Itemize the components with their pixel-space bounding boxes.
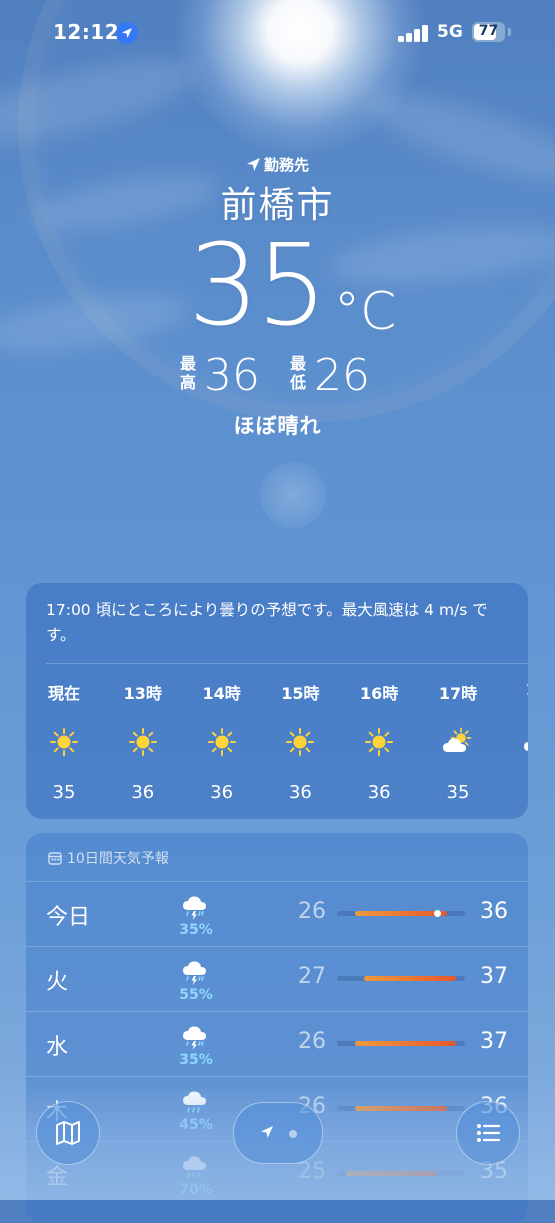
battery-icon: 77 [472, 22, 505, 42]
low-temperature: 27 [298, 964, 326, 989]
hourly-item: 15時 36 [270, 680, 330, 803]
hour-temperature: 36 [131, 782, 155, 803]
daily-forecast-header: 10日間天気予報 [48, 848, 169, 868]
hourly-item: 17時 35 [428, 680, 488, 803]
high-temperature: 37 [480, 1029, 508, 1054]
hourly-summary: 17:00 頃にところにより曇りの予想です。最大風速は 4 m/s です。 [46, 601, 488, 644]
battery-cap [508, 28, 511, 36]
temperature-range-fill [355, 1041, 456, 1046]
sun-icon [349, 725, 409, 759]
sun-icon [113, 725, 173, 759]
page-dot [289, 1130, 297, 1138]
list-button[interactable] [456, 1101, 520, 1165]
battery-level: 77 [478, 23, 499, 39]
precipitation-chance: 35% [179, 922, 213, 938]
lens-flare [260, 462, 326, 528]
day-name: 火 [46, 970, 69, 995]
list-icon [477, 1124, 501, 1142]
temperature-range-fill [355, 911, 447, 916]
precipitation-chance: 55% [179, 987, 213, 1003]
hour-label: 13時 [123, 684, 162, 703]
hour-temperature: 36 [367, 782, 391, 803]
temperature-unit: °C [334, 282, 397, 342]
hourly-item: 13時 36 [113, 680, 173, 803]
network-type: 5G [437, 22, 463, 42]
page-indicator[interactable] [233, 1102, 323, 1164]
location-arrow-icon [246, 158, 260, 171]
temperature-range-bar [337, 910, 465, 917]
hour-label: 18 [507, 680, 528, 702]
high-temperature: 36 [480, 899, 508, 924]
location-services-icon [116, 22, 138, 44]
day-name: 水 [46, 1035, 69, 1060]
high-value: 36 [204, 350, 260, 401]
precipitation-chance: 35% [179, 1052, 213, 1068]
low-label: 最低 [290, 354, 307, 392]
daily-row[interactable]: 水 35% 26 37 [26, 1011, 528, 1076]
hourly-item: 14時 36 [192, 680, 252, 803]
high-label: 最高 [180, 354, 197, 392]
cellular-signal-icon [398, 24, 430, 42]
thunderstorm-icon [176, 892, 216, 922]
hourly-item: 16時 36 [349, 680, 409, 803]
day-name: 今日 [46, 905, 91, 930]
sun-icon [34, 725, 94, 759]
sun-icon [192, 725, 252, 759]
hour-temperature: 36 [288, 782, 312, 803]
hour-label: 15時 [281, 684, 320, 703]
status-time: 12:12 [53, 20, 120, 44]
temperature-range-bar [337, 1041, 465, 1046]
weather-condition: ほぼ晴れ [233, 414, 322, 438]
current-temperature: 35 °C [188, 226, 418, 346]
thunderstorm-icon [176, 1022, 216, 1052]
location-label: 勤務先 [0, 154, 555, 175]
daily-row[interactable]: 火 55% 27 37 [26, 946, 528, 1011]
hour-temperature: 3 [507, 782, 528, 803]
hour-label: 17時 [438, 684, 478, 703]
status-bar: 12:12 5G 77 [0, 0, 555, 64]
daily-row[interactable]: 今日 35% 26 36 [26, 881, 528, 946]
low-value: 26 [314, 350, 370, 401]
calendar-icon [48, 852, 62, 865]
hourly-forecast-card[interactable]: 17:00 頃にところにより曇りの予想です。最大風速は 4 m/s です。 現在… [26, 583, 528, 819]
low-temperature: 26 [298, 899, 326, 924]
divider [46, 663, 528, 664]
cloud-icon [507, 725, 528, 759]
hour-temperature: 35 [446, 782, 470, 803]
map-icon [56, 1121, 80, 1145]
temperature-range-bar [337, 976, 465, 981]
hour-label: 14時 [202, 684, 241, 703]
hour-temperature: 35 [52, 782, 76, 803]
location-label-text: 勤務先 [263, 156, 309, 174]
hour-label: 16時 [360, 684, 399, 703]
map-button[interactable] [36, 1101, 100, 1165]
temperature-range-fill [364, 976, 456, 981]
location-arrow-icon [261, 1126, 273, 1138]
cloud-wisp [0, 285, 193, 361]
hour-temperature: 36 [210, 782, 234, 803]
hour-label: 現在 [47, 684, 80, 703]
hourly-item: 18 3 [507, 680, 528, 803]
temperature-value: 35 [188, 221, 328, 351]
partly-cloudy-icon [428, 725, 488, 759]
thunderstorm-icon [176, 957, 216, 987]
daily-forecast-title: 10日間天気予報 [67, 851, 169, 867]
low-temperature: 26 [298, 1029, 326, 1054]
high-temperature: 37 [480, 964, 508, 989]
sun-icon [270, 725, 330, 759]
hourly-item: 現在 35 [34, 680, 94, 803]
